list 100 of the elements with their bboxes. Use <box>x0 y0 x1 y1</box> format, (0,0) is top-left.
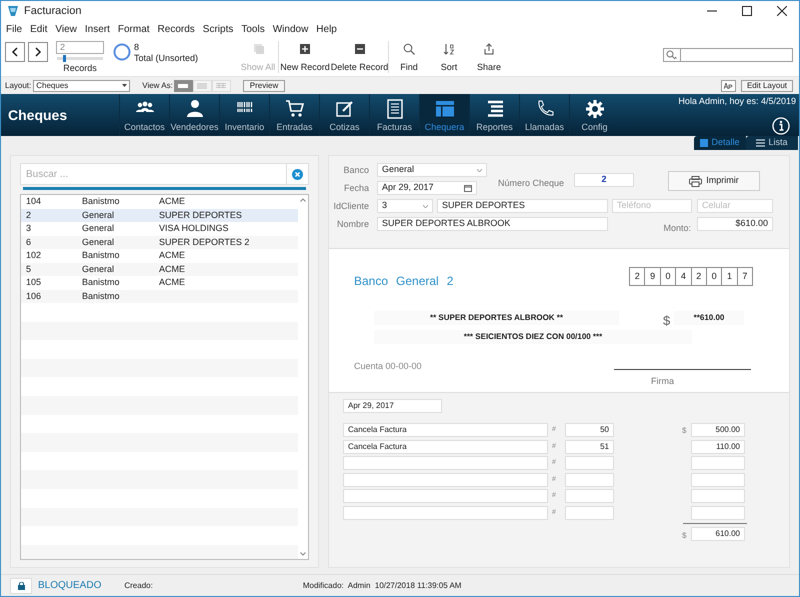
previous-record-button[interactable] <box>5 42 25 62</box>
cheque-number-field[interactable]: 2 <box>574 173 634 187</box>
info-icon[interactable] <box>772 116 790 134</box>
table-cell: General <box>82 210 114 220</box>
line-amount-field[interactable]: 110.00 <box>691 440 745 454</box>
close-icon[interactable] <box>777 6 787 16</box>
calendar-icon[interactable] <box>464 184 472 192</box>
menu-item[interactable]: Tools <box>241 22 265 36</box>
invoice-number-field[interactable] <box>565 506 614 520</box>
delete-button[interactable]: Delete Record <box>331 37 388 76</box>
view-tab[interactable]: Detalle <box>694 136 746 150</box>
view-list-button[interactable] <box>192 80 212 92</box>
maximize-icon[interactable] <box>742 6 752 16</box>
preview-button[interactable]: Preview <box>242 80 286 92</box>
next-record-button[interactable] <box>28 42 48 62</box>
client-id-dropdown[interactable]: 3 <box>377 199 433 213</box>
list-row[interactable]: 2 General SUPER DEPORTES <box>21 208 298 222</box>
description-field[interactable]: Cancela Factura <box>343 440 548 454</box>
date-digit-cell: 4 <box>676 268 692 286</box>
description-field[interactable] <box>343 489 548 503</box>
lock-status: BLOQUEADO <box>38 579 102 593</box>
list-row[interactable]: 6 General SUPER DEPORTES 2 <box>21 236 298 249</box>
record-slider[interactable] <box>57 57 103 60</box>
amount-field[interactable]: $610.00 <box>697 217 773 231</box>
find-button[interactable]: Find <box>389 37 430 76</box>
date-digit-cell: 0 <box>660 268 676 286</box>
line-amount-field[interactable] <box>691 472 745 486</box>
share-button[interactable]: Share <box>469 37 510 76</box>
records-label: Records <box>63 62 97 75</box>
invoice-number-field[interactable] <box>565 489 614 503</box>
invoice-number-field[interactable]: 51 <box>565 440 614 454</box>
search-field[interactable]: Buscar ... <box>20 163 287 185</box>
list-row[interactable]: 106 Banistmo <box>21 290 298 303</box>
chevron-right-icon <box>34 47 42 57</box>
caret-icon <box>122 84 128 87</box>
bank-dropdown[interactable]: General <box>377 163 487 177</box>
table-cell: Banistmo <box>82 290 120 300</box>
view-table-button[interactable] <box>212 80 231 92</box>
menu-item[interactable]: Scripts <box>202 22 234 36</box>
table-cell: SUPER DEPORTES <box>159 210 242 220</box>
new-button[interactable]: New Record <box>279 37 332 76</box>
sort-button[interactable]: Sort <box>429 37 470 76</box>
date-digit-cell: 2 <box>692 268 707 286</box>
line-amount-field[interactable] <box>691 489 745 503</box>
scroll-up-icon[interactable] <box>300 198 306 202</box>
sort-icon <box>443 43 456 55</box>
gear-icon <box>584 99 604 119</box>
menu-item[interactable]: Window <box>272 22 308 36</box>
layout-icon <box>700 139 708 147</box>
table-cell: ACME <box>159 250 186 260</box>
name-field[interactable]: SUPER DEPORTES ALBROOK <box>377 217 608 231</box>
list-row[interactable]: 5 General ACME <box>21 262 298 276</box>
layout-icon <box>434 99 454 119</box>
line-amount-field[interactable] <box>691 456 745 470</box>
table-cell: 6 <box>26 236 32 246</box>
greeting-text: Hola Admin, hoy es: 4/5/2019 <box>678 95 796 108</box>
menu-item[interactable]: View <box>55 22 77 36</box>
description-field[interactable]: Cancela Factura <box>343 423 548 437</box>
print-button[interactable]: Imprimir <box>668 171 760 191</box>
date-field[interactable]: Apr 29, 2017 <box>377 181 477 195</box>
clear-search-button[interactable] <box>287 163 309 185</box>
field-label: Nombre <box>336 218 369 231</box>
chevron-left-icon <box>11 47 19 57</box>
person-icon <box>184 99 204 119</box>
scroll-down-icon[interactable] <box>300 552 306 556</box>
line-amount-field[interactable] <box>691 506 745 520</box>
menu-item[interactable]: Help <box>316 22 337 36</box>
view-tab[interactable]: Lista <box>746 136 798 150</box>
record-number-field[interactable]: 2 <box>56 41 104 54</box>
line-amount-field[interactable]: 500.00 <box>691 423 745 437</box>
menu-item[interactable]: Records <box>158 22 195 36</box>
layout-dropdown[interactable]: Cheques <box>33 80 130 92</box>
table-cell: General <box>82 264 114 274</box>
nav-tab[interactable]: Chequera <box>419 94 469 136</box>
lock-icon <box>16 582 26 590</box>
client-name-field[interactable]: SUPER DEPORTES <box>437 199 608 213</box>
description-field[interactable] <box>343 472 548 486</box>
stub-date-field[interactable]: Apr 29, 2017 <box>343 399 442 413</box>
lock-button[interactable] <box>10 578 32 594</box>
edit-layout-button[interactable]: Edit Layout <box>740 80 793 92</box>
invoice-number-field[interactable]: 50 <box>565 423 614 437</box>
menu-item[interactable]: File <box>6 22 22 36</box>
date-digit-cell: 1 <box>722 268 738 286</box>
view-form-button[interactable] <box>174 80 193 92</box>
minus-icon <box>354 43 366 55</box>
formatting-bar-button[interactable] <box>720 80 736 92</box>
menu-item[interactable]: Edit <box>30 22 48 36</box>
total-field[interactable]: 610.00 <box>691 527 745 541</box>
table-cell: 102 <box>26 250 42 260</box>
menu-item[interactable]: Format <box>118 22 150 36</box>
table-cell: ACME <box>159 277 186 287</box>
quick-find-field[interactable] <box>663 48 793 62</box>
invoice-number-field[interactable] <box>565 456 614 470</box>
description-field[interactable] <box>343 506 548 520</box>
menu-item[interactable]: Insert <box>84 22 110 36</box>
description-field[interactable] <box>343 456 548 470</box>
table-cell: General <box>82 223 114 233</box>
amount-in-words: *** SEICIENTOS DIEZ CON 00/100 *** <box>374 330 692 344</box>
invoice-number-field[interactable] <box>565 472 614 486</box>
app-logo-icon <box>7 5 19 17</box>
